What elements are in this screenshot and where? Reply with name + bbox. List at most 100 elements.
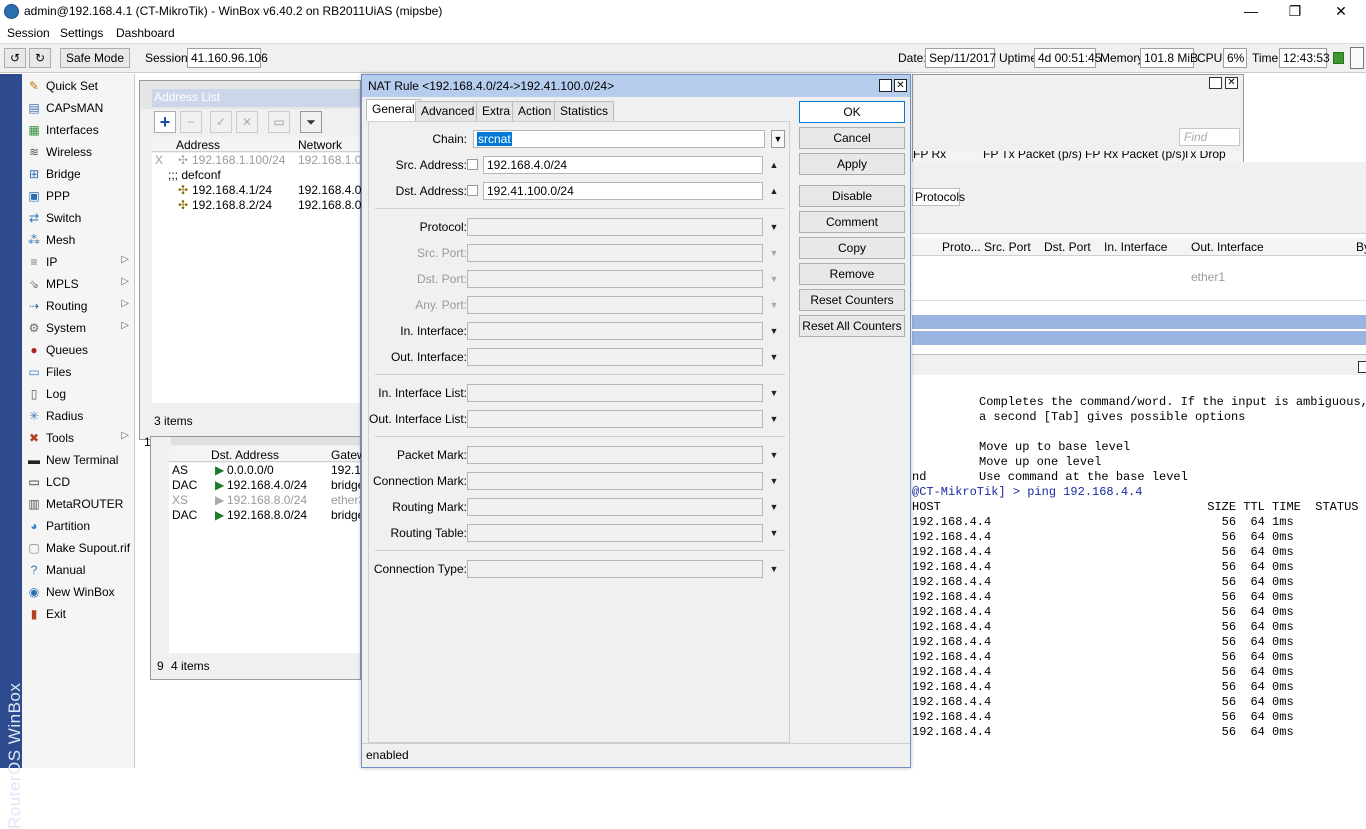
out-interface-dropdown-icon[interactable]: ▼ <box>767 348 781 366</box>
dst-port-dropdown-icon[interactable]: ▼ <box>767 270 781 288</box>
routing-mark-input[interactable] <box>467 498 763 516</box>
in-interface-list-dropdown-icon[interactable]: ▼ <box>767 384 781 402</box>
sidebar-item-ip[interactable]: ≡ IP ▷ <box>22 251 135 273</box>
table-row[interactable]: X ✣ 192.168.1.100/24 192.168.1.0 <box>152 153 361 168</box>
minimize-button[interactable]: — <box>1228 0 1274 24</box>
disable-button[interactable]: Disable <box>799 185 905 207</box>
connection-mark-dropdown-icon[interactable]: ▼ <box>767 472 781 490</box>
sidebar-item-mesh[interactable]: ⁂ Mesh <box>22 229 135 251</box>
sidebar-item-log[interactable]: ▯ Log <box>22 383 135 405</box>
tab-advanced[interactable]: Advanced <box>415 101 481 121</box>
reset-counters-button[interactable]: Reset Counters <box>799 289 905 311</box>
sidebar-item-interfaces[interactable]: ▦ Interfaces <box>22 119 135 141</box>
comment-icon[interactable]: ▭ <box>268 111 290 133</box>
tab-protocols[interactable]: Protocols <box>912 188 965 206</box>
window-close-icon[interactable]: ✕ <box>1225 77 1238 89</box>
connection-type-input[interactable] <box>467 560 763 578</box>
hide-password-toggle[interactable] <box>1350 47 1364 69</box>
sidebar-item-make-supout-rif[interactable]: ▢ Make Supout.rif <box>22 537 135 559</box>
sidebar-item-quick-set[interactable]: ✎ Quick Set <box>22 75 135 97</box>
filter-icon[interactable]: ⏷ <box>300 111 322 133</box>
sidebar-item-routing[interactable]: ⇢ Routing ▷ <box>22 295 135 317</box>
routing-table-input[interactable] <box>467 524 763 542</box>
packet-mark-dropdown-icon[interactable]: ▼ <box>767 446 781 464</box>
sidebar-item-exit[interactable]: ▮ Exit <box>22 603 135 625</box>
table-row[interactable]: ✣ 192.168.8.2/24 192.168.8.0 <box>152 198 361 213</box>
table-row[interactable]: DAC ▶192.168.8.0/24 bridge <box>169 508 360 523</box>
sidebar-item-radius[interactable]: ✳ Radius <box>22 405 135 427</box>
table-row[interactable]: ether1 <box>912 270 1366 284</box>
dialog-close-icon[interactable]: ✕ <box>894 79 907 92</box>
in-interface-list-input[interactable] <box>467 384 763 402</box>
comment-button[interactable]: Comment <box>799 211 905 233</box>
sidebar-item-capsman[interactable]: ▤ CAPsMAN <box>22 97 135 119</box>
table-row[interactable]: XS ▶192.168.8.0/24 ether3 <box>169 493 360 508</box>
src-address-negate-checkbox[interactable] <box>467 159 478 170</box>
enable-icon[interactable]: ✓ <box>210 111 232 133</box>
tab-statistics[interactable]: Statistics <box>554 101 615 121</box>
disable-icon[interactable]: ✕ <box>236 111 258 133</box>
connection-mark-input[interactable] <box>467 472 763 490</box>
routing-mark-dropdown-icon[interactable]: ▼ <box>767 498 781 516</box>
table-row-selected[interactable] <box>912 315 1366 329</box>
sidebar-item-system[interactable]: ⚙ System ▷ <box>22 317 135 339</box>
menu-session[interactable]: Session <box>7 26 50 40</box>
sidebar-item-new-winbox[interactable]: ◉ New WinBox <box>22 581 135 603</box>
sidebar-item-files[interactable]: ▭ Files <box>22 361 135 383</box>
tab-general[interactable]: General <box>366 99 421 121</box>
sidebar-item-metarouter[interactable]: ▥ MetaROUTER <box>22 493 135 515</box>
src-address-collapse-icon[interactable]: ▲ <box>767 156 781 174</box>
table-row[interactable]: ✣ 192.168.4.1/24 192.168.4.0 <box>152 183 361 198</box>
dialog-maximize-icon[interactable] <box>879 79 892 92</box>
dst-address-input[interactable]: 192.41.100.0/24 <box>483 182 763 200</box>
remove-button[interactable]: Remove <box>799 263 905 285</box>
sidebar-item-tools[interactable]: ✖ Tools ▷ <box>22 427 135 449</box>
menu-settings[interactable]: Settings <box>60 26 103 40</box>
protocol-input[interactable] <box>467 218 763 236</box>
chain-input[interactable]: srcnat <box>473 130 765 148</box>
sidebar-item-mpls[interactable]: ⇘ MPLS ▷ <box>22 273 135 295</box>
sidebar-item-partition[interactable]: ◕ Partition <box>22 515 135 537</box>
table-row[interactable]: ;;; defconf <box>152 168 360 183</box>
tab-action[interactable]: Action <box>512 101 558 121</box>
add-icon[interactable]: + <box>154 111 176 133</box>
close-button[interactable]: ✕ <box>1318 0 1364 24</box>
tab-extra[interactable]: Extra <box>476 101 517 121</box>
find-input[interactable]: Find <box>1179 128 1240 146</box>
dst-address-collapse-icon[interactable]: ▲ <box>767 182 781 200</box>
sidebar-item-wireless[interactable]: ≋ Wireless <box>22 141 135 163</box>
routing-table-dropdown-icon[interactable]: ▼ <box>767 524 781 542</box>
sidebar-item-manual[interactable]: ? Manual <box>22 559 135 581</box>
terminal-window[interactable]: Completes the command/word. If the input… <box>912 354 1366 768</box>
dst-address-negate-checkbox[interactable] <box>467 185 478 196</box>
sidebar-item-lcd[interactable]: ▭ LCD <box>22 471 135 493</box>
dst-port-input[interactable] <box>467 270 763 288</box>
menu-dashboard[interactable]: Dashboard <box>116 26 175 40</box>
maximize-button[interactable]: ❐ <box>1272 0 1318 24</box>
in-interface-input[interactable] <box>467 322 763 340</box>
sidebar-item-queues[interactable]: ● Queues <box>22 339 135 361</box>
sidebar-item-bridge[interactable]: ⊞ Bridge <box>22 163 135 185</box>
table-row[interactable]: DAC ▶192.168.4.0/24 bridge <box>169 478 360 493</box>
table-row[interactable]: AS ▶ 0.0.0.0/0 192.1 <box>169 463 360 478</box>
sidebar-item-ppp[interactable]: ▣ PPP <box>22 185 135 207</box>
table-row-selected[interactable] <box>912 331 1366 345</box>
copy-button[interactable]: Copy <box>799 237 905 259</box>
src-port-dropdown-icon[interactable]: ▼ <box>767 244 781 262</box>
in-interface-dropdown-icon[interactable]: ▼ <box>767 322 781 340</box>
ok-button[interactable]: OK <box>799 101 905 123</box>
chain-dropdown-icon[interactable]: ▼ <box>771 130 785 148</box>
window-maximize-icon[interactable] <box>1209 77 1222 89</box>
any-port-dropdown-icon[interactable]: ▼ <box>767 296 781 314</box>
out-interface-list-dropdown-icon[interactable]: ▼ <box>767 410 781 428</box>
sidebar-item-switch[interactable]: ⇄ Switch <box>22 207 135 229</box>
safe-mode-button[interactable]: Safe Mode <box>60 48 130 68</box>
packet-mark-input[interactable] <box>467 446 763 464</box>
out-interface-list-input[interactable] <box>467 410 763 428</box>
undo-button[interactable]: ↺ <box>4 48 26 68</box>
src-port-input[interactable] <box>467 244 763 262</box>
sidebar-item-new-terminal[interactable]: ▬ New Terminal <box>22 449 135 471</box>
reset-all-counters-button[interactable]: Reset All Counters <box>799 315 905 337</box>
connection-type-dropdown-icon[interactable]: ▼ <box>767 560 781 578</box>
window-maximize-icon[interactable] <box>1358 361 1366 373</box>
